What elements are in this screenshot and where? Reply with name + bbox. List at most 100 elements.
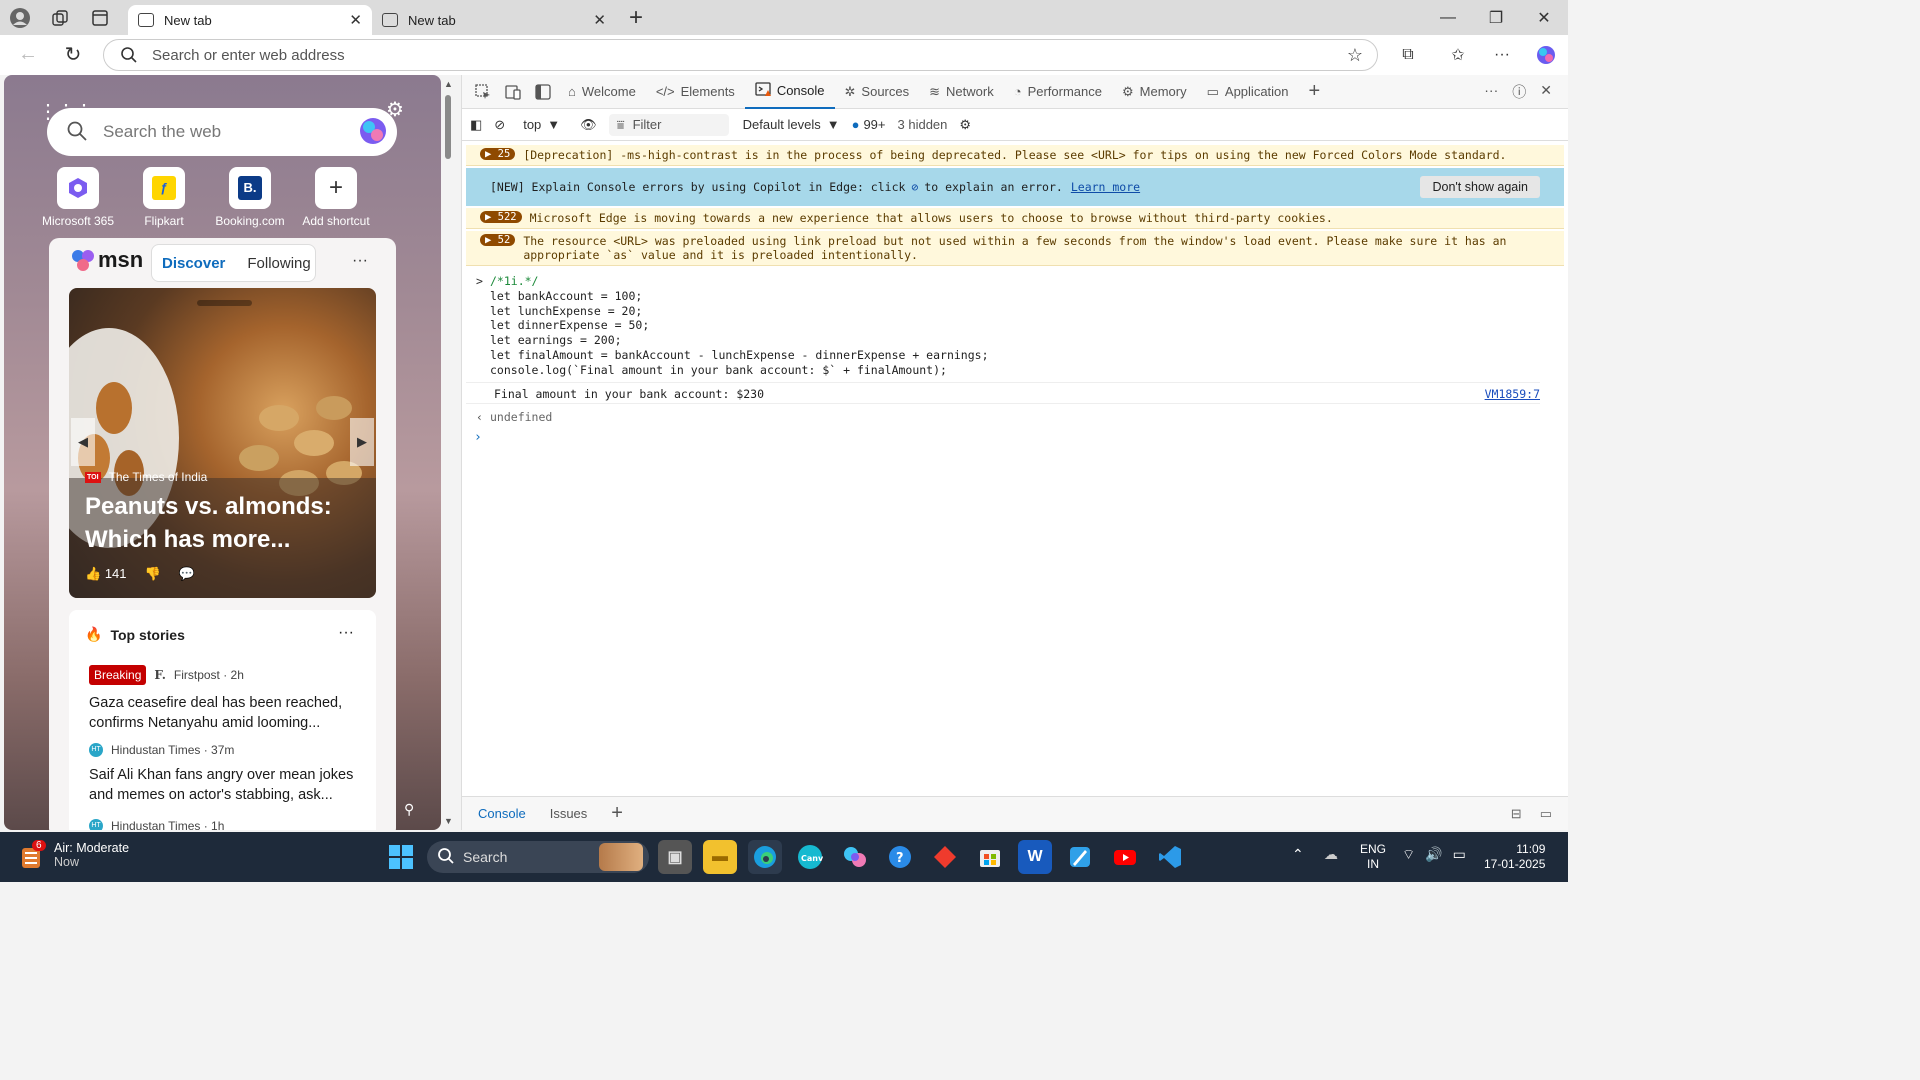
tab-discover[interactable]: Discover xyxy=(162,255,225,272)
dislike-icon[interactable]: 👎 xyxy=(145,566,161,582)
close-devtools-icon[interactable]: ✕ xyxy=(1540,82,1552,102)
customize-icon[interactable]: ⚲ xyxy=(404,801,414,818)
scrollbar-thumb[interactable] xyxy=(445,95,451,159)
close-icon[interactable]: ✕ xyxy=(593,11,606,29)
dock-sidebar-icon[interactable] xyxy=(528,75,558,109)
minimize-icon[interactable]: — xyxy=(1424,0,1472,35)
add-tool-icon[interactable]: + xyxy=(1299,75,1331,109)
device-emulation-icon[interactable] xyxy=(498,75,528,109)
add-drawer-tab-icon[interactable]: + xyxy=(611,802,623,825)
back-icon[interactable]: ← xyxy=(8,37,48,72)
hero-story[interactable]: ◀ ▶ TOI The Times of India Peanuts vs. a… xyxy=(69,288,376,598)
inspect-element-icon[interactable] xyxy=(468,75,498,109)
copilot-app-icon[interactable] xyxy=(838,840,872,874)
shortcut-add[interactable]: + Add shortcut xyxy=(302,167,370,228)
get-help-icon[interactable]: ? xyxy=(883,840,917,874)
tab-welcome[interactable]: ⌂ Welcome xyxy=(558,75,646,109)
task-view-icon[interactable]: ▣ xyxy=(658,840,692,874)
story-item[interactable]: HT Hindustan Times · 1h xyxy=(89,819,224,830)
paint-icon[interactable] xyxy=(1063,840,1097,874)
clear-console-icon[interactable]: ⊘ xyxy=(494,117,505,133)
help-icon[interactable]: ⓘ xyxy=(1512,82,1526,102)
tab-network[interactable]: ≋ Network xyxy=(919,75,1004,109)
tab-following[interactable]: Following xyxy=(247,255,310,272)
tab-actions-icon[interactable] xyxy=(80,0,120,35)
anydesk-icon[interactable] xyxy=(928,840,962,874)
taskbar-search[interactable]: Search xyxy=(427,841,649,873)
context-select[interactable]: top ▼ xyxy=(523,117,560,132)
comment-icon[interactable]: 💬 xyxy=(179,566,195,582)
live-expression-icon[interactable]: 👁 xyxy=(580,117,597,133)
tab-sources[interactable]: ✲ Sources xyxy=(835,75,920,109)
console-warning[interactable]: ▶ 25 [Deprecation] -ms-high-contrast is i… xyxy=(466,145,1564,166)
show-hidden-icons[interactable]: ⌃ xyxy=(1292,846,1304,863)
address-input[interactable]: Search or enter web address ☆ xyxy=(103,39,1378,71)
story-item[interactable]: Breaking F. Firstpost · 2h Gaza ceasefir… xyxy=(89,665,362,733)
vscode-icon[interactable] xyxy=(1153,840,1187,874)
sidebar-toggle-icon[interactable]: ◧ xyxy=(470,117,482,133)
word-icon[interactable]: W xyxy=(1018,840,1052,874)
dont-show-again-button[interactable]: Don't show again xyxy=(1420,176,1540,198)
flame-icon: 🔥 xyxy=(85,626,103,642)
source-link[interactable]: VM1859:7 xyxy=(1485,387,1540,401)
tab-2[interactable]: New tab ✕ xyxy=(372,5,616,35)
dock-drawer-icon[interactable]: ⊟ xyxy=(1511,806,1522,822)
favorites-icon[interactable]: ✩ xyxy=(1438,37,1478,72)
system-tray[interactable]: ⌔ 🔊 ▭ xyxy=(1402,846,1466,864)
console-prompt[interactable]: › xyxy=(462,428,1568,450)
start-button[interactable] xyxy=(384,840,418,874)
restore-icon[interactable]: ❐ xyxy=(1472,0,1520,35)
shortcut-booking[interactable]: B. Booking.com xyxy=(215,167,285,228)
youtube-icon[interactable] xyxy=(1108,840,1142,874)
onedrive-icon[interactable]: ☁ xyxy=(1324,846,1338,863)
copilot-icon[interactable] xyxy=(1526,37,1566,72)
web-search-box[interactable]: Search the web xyxy=(47,108,397,156)
more-icon[interactable]: ··· xyxy=(352,252,368,270)
drawer-tab-console[interactable]: Console xyxy=(478,806,526,821)
learn-more-link[interactable]: Learn more xyxy=(1071,180,1140,194)
log-levels-select[interactable]: Default levels ▼ xyxy=(743,117,840,132)
drawer-tab-issues[interactable]: Issues xyxy=(550,806,588,821)
tab-performance[interactable]: ◔ Performance xyxy=(1004,75,1112,109)
close-window-icon[interactable]: ✕ xyxy=(1520,0,1568,35)
edge-icon[interactable] xyxy=(748,840,782,874)
more-icon[interactable]: ··· xyxy=(1482,37,1522,72)
tab-memory[interactable]: ⚙ Memory xyxy=(1112,75,1197,109)
clock[interactable]: 11:09 17-01-2025 xyxy=(1484,842,1545,872)
more-tools-icon[interactable]: ··· xyxy=(1484,82,1498,102)
story-item[interactable]: HT Hindustan Times · 37m Saif Ali Khan f… xyxy=(89,743,362,805)
console-warning[interactable]: ▶ 52 The resource <URL> was preloaded usi… xyxy=(466,231,1564,266)
more-icon[interactable]: ··· xyxy=(338,624,354,642)
tab-application[interactable]: ▭ Application xyxy=(1197,75,1299,109)
new-tab-icon[interactable]: + xyxy=(616,0,656,35)
carousel-next-icon[interactable]: ▶ xyxy=(350,418,374,466)
page-scrollbar[interactable]: ▲ ▼ xyxy=(441,75,455,830)
file-explorer-icon[interactable]: ▬ xyxy=(703,840,737,874)
console-settings-icon[interactable]: ⚙ xyxy=(959,117,971,133)
filter-input[interactable]: ⩸ Filter xyxy=(608,113,729,136)
canva-icon[interactable]: Canva xyxy=(793,840,827,874)
close-icon[interactable]: ✕ xyxy=(349,11,362,29)
language-indicator[interactable]: ENG IN xyxy=(1360,842,1386,872)
carousel-prev-icon[interactable]: ◀ xyxy=(71,418,95,466)
copilot-icon[interactable] xyxy=(357,115,389,152)
weather-widget[interactable]: 6 Air: Moderate Now xyxy=(20,840,129,870)
workspaces-icon[interactable] xyxy=(40,0,80,35)
toggle-drawer-icon[interactable]: ▭ xyxy=(1540,806,1552,822)
scroll-down-icon[interactable]: ▼ xyxy=(444,816,453,826)
favorite-star-icon[interactable]: ☆ xyxy=(1347,45,1363,66)
like-button[interactable]: 👍 141 xyxy=(85,566,127,582)
title-bar: New tab ✕ New tab ✕ + — ❐ ✕ xyxy=(0,0,1568,35)
tab-1[interactable]: New tab ✕ xyxy=(128,5,372,35)
profile-icon[interactable] xyxy=(0,0,40,35)
extensions-icon[interactable]: ⧉ xyxy=(1388,37,1428,72)
console-warning[interactable]: ▶ 522 Microsoft Edge is moving towards a … xyxy=(466,208,1564,229)
shortcut-microsoft365[interactable]: Microsoft 365 xyxy=(42,167,114,228)
shortcut-flipkart[interactable]: ƒ Flipkart xyxy=(138,167,190,228)
message-count[interactable]: ● 99+ xyxy=(852,117,886,132)
tab-console[interactable]: Console xyxy=(744,75,835,109)
microsoft-store-icon[interactable] xyxy=(973,840,1007,874)
tab-elements[interactable]: </> Elements xyxy=(646,75,745,109)
scroll-up-icon[interactable]: ▲ xyxy=(444,79,453,89)
refresh-icon[interactable]: ↻ xyxy=(53,37,93,72)
